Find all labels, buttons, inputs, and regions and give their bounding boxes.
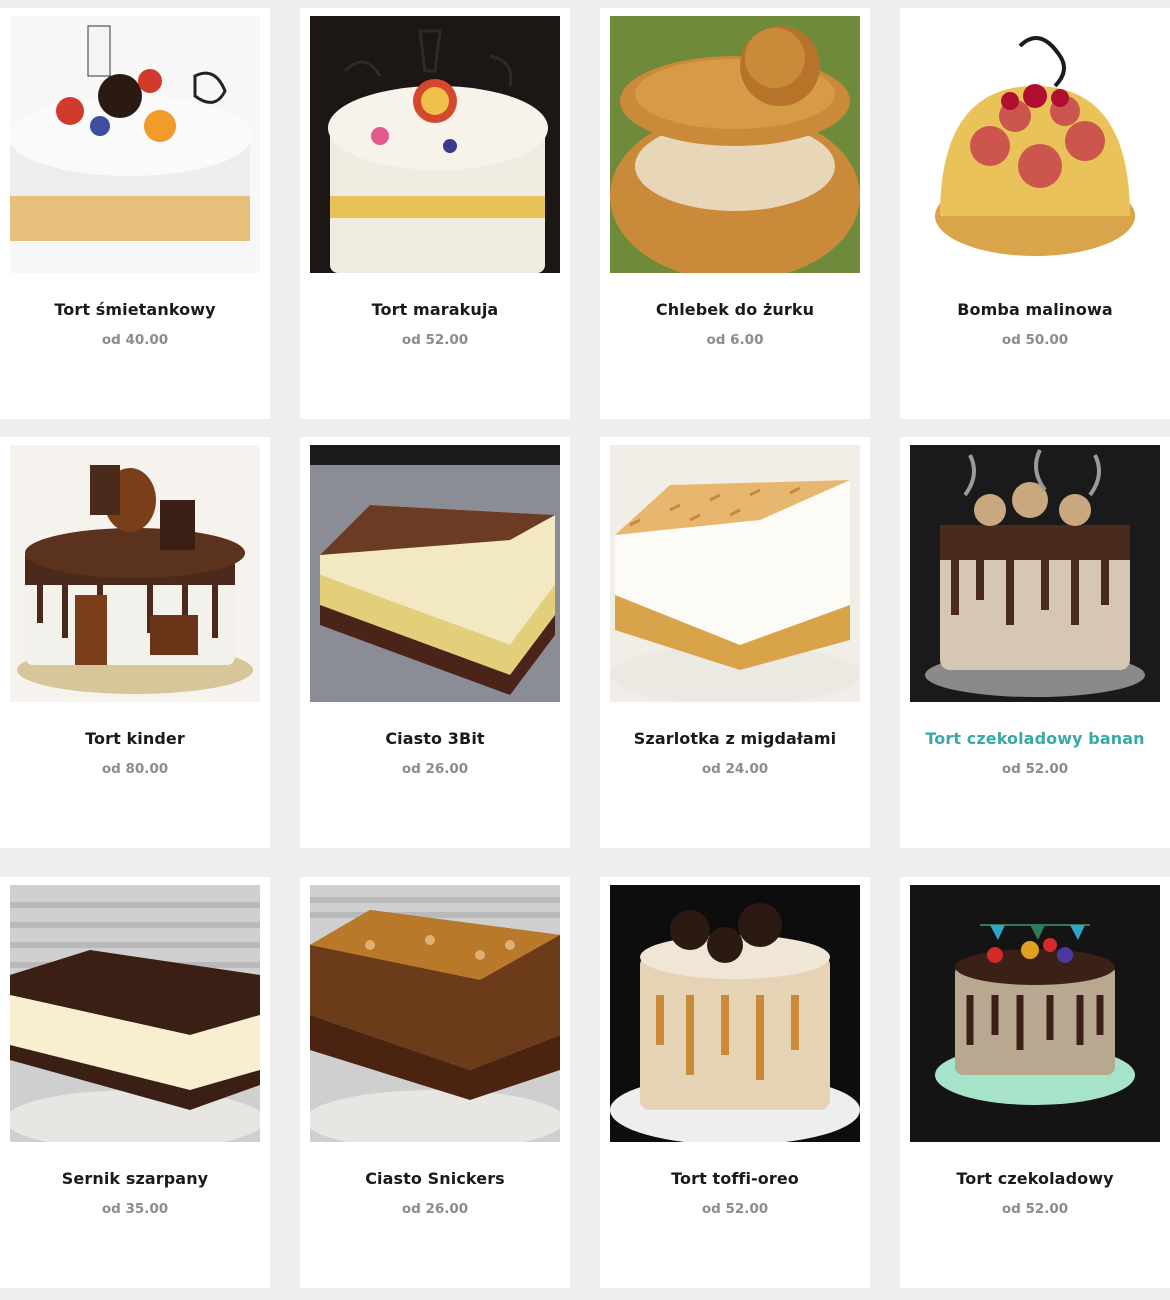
toffee-oreo-cake-photo [610,885,860,1142]
product-name[interactable]: Tort czekoladowy banan [900,729,1170,748]
product-name[interactable]: Szarlotka z migdałami [600,729,870,748]
product-image-toffee-oreo-cake[interactable] [610,885,860,1142]
kinder-cake-photo [10,445,260,702]
product-name[interactable]: Tort czekoladowy [900,1169,1170,1188]
product-card[interactable]: Tort czekoladowy banan od 52.00 [900,437,1170,848]
product-price: od 6.00 [706,332,764,348]
product-price: od 52.00 [1001,761,1069,777]
product-card[interactable]: Tort kinder od 80.00 [0,437,270,848]
product-name[interactable]: Sernik szarpany [0,1169,270,1188]
product-price: od 50.00 [1001,332,1069,348]
product-image-chocolate-cake[interactable] [910,885,1160,1142]
product-card[interactable]: Tort śmietankowy od 40.00 [0,8,270,419]
product-card[interactable]: Szarlotka z migdałami od 24.00 [600,437,870,848]
product-image-3bit-slice[interactable] [310,445,560,702]
product-grid: Tort śmietankowy od 40.00 Tort marakuja … [0,0,1170,1300]
product-card[interactable]: Ciasto 3Bit od 26.00 [300,437,570,848]
product-image-bread-bowl[interactable] [610,16,860,273]
product-price: od 80.00 [101,761,169,777]
product-name[interactable]: Tort marakuja [300,300,570,319]
chocolate-cake-photo [910,885,1160,1142]
product-card[interactable]: Tort marakuja od 52.00 [300,8,570,419]
product-name[interactable]: Tort śmietankowy [0,300,270,319]
cheesecake-slice-photo [10,885,260,1142]
product-card[interactable]: Tort toffi-oreo od 52.00 [600,877,870,1288]
product-image-cream-fruit-cake[interactable] [10,16,260,273]
product-price: od 26.00 [401,1201,469,1217]
product-image-chocolate-banana-cake[interactable] [910,445,1160,702]
product-price: od 52.00 [401,332,469,348]
product-name[interactable]: Ciasto Snickers [300,1169,570,1188]
product-name[interactable]: Chlebek do żurku [600,300,870,319]
product-name[interactable]: Bomba malinowa [900,300,1170,319]
cream-fruit-cake-photo [10,16,260,273]
product-name[interactable]: Ciasto 3Bit [300,729,570,748]
product-image-snickers-slice[interactable] [310,885,560,1142]
product-image-kinder-cake[interactable] [10,445,260,702]
product-name[interactable]: Tort kinder [0,729,270,748]
product-card[interactable]: Sernik szarpany od 35.00 [0,877,270,1288]
passionfruit-cake-photo [310,16,560,273]
product-price: od 52.00 [1001,1201,1069,1217]
product-image-raspberry-bomb[interactable] [910,16,1160,273]
product-image-apple-pie-almonds[interactable] [610,445,860,702]
product-card[interactable]: Bomba malinowa od 50.00 [900,8,1170,419]
raspberry-bomb-photo [910,16,1160,273]
product-price: od 40.00 [101,332,169,348]
chocolate-banana-cake-photo [910,445,1160,702]
product-price: od 52.00 [701,1201,769,1217]
product-card[interactable]: Ciasto Snickers od 26.00 [300,877,570,1288]
product-card[interactable]: Chlebek do żurku od 6.00 [600,8,870,419]
3bit-slice-photo [310,445,560,702]
snickers-slice-photo [310,885,560,1142]
bread-bowl-photo [610,16,860,273]
apple-pie-almonds-photo [610,445,860,702]
product-price: od 35.00 [101,1201,169,1217]
product-image-passionfruit-cake[interactable] [310,16,560,273]
product-card[interactable]: Tort czekoladowy od 52.00 [900,877,1170,1288]
product-price: od 24.00 [701,761,769,777]
product-name[interactable]: Tort toffi-oreo [600,1169,870,1188]
product-image-cheesecake-slice[interactable] [10,885,260,1142]
product-price: od 26.00 [401,761,469,777]
